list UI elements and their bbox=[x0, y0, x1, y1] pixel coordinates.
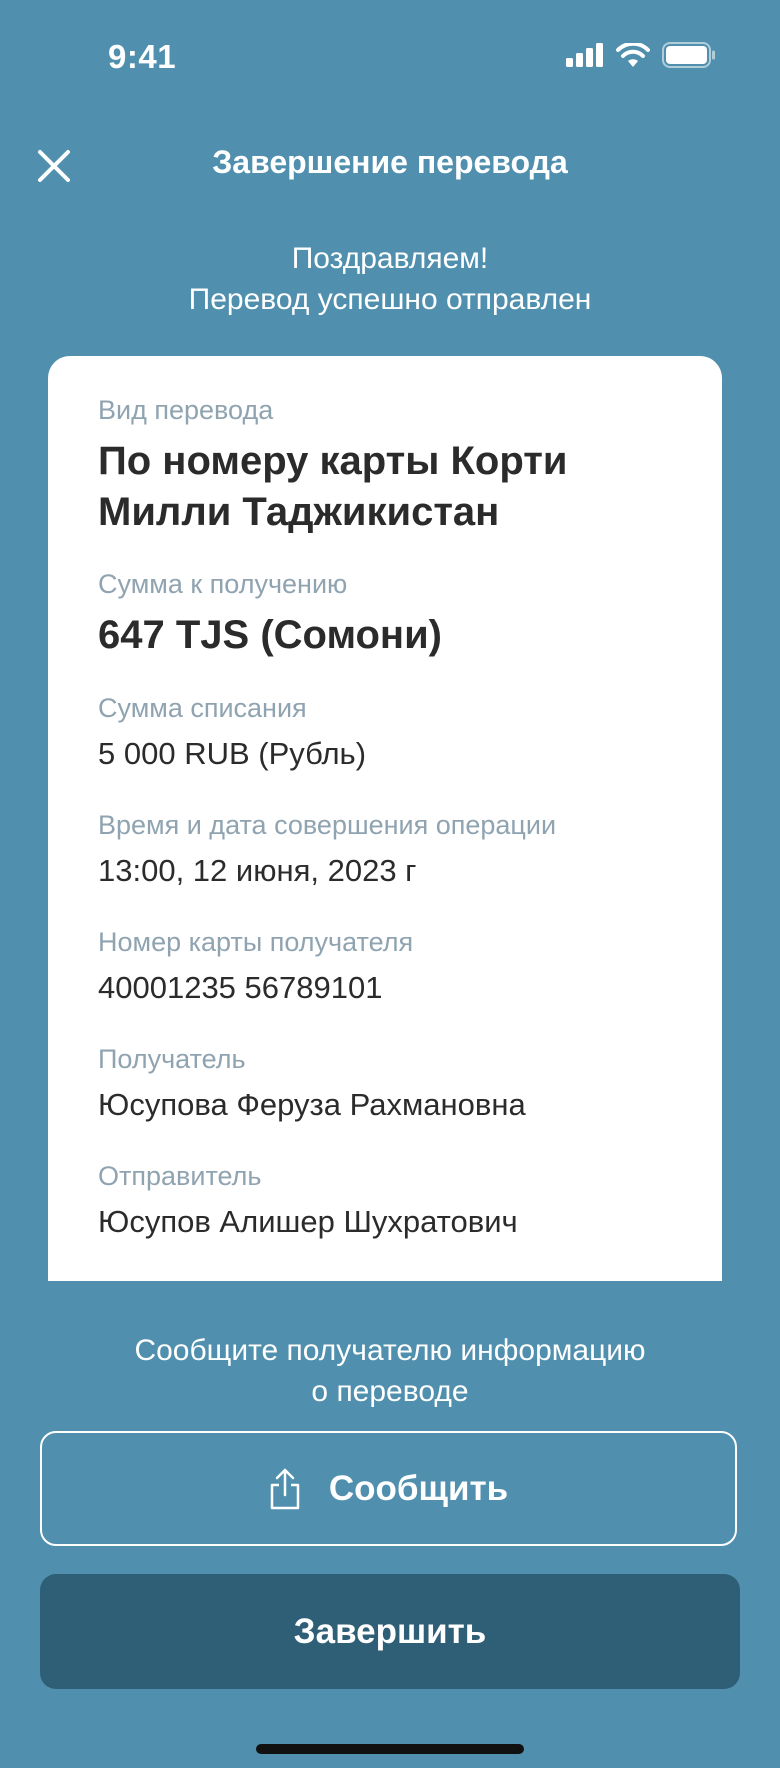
field-value: 13:00, 12 июня, 2023 г bbox=[98, 853, 417, 888]
battery-icon bbox=[662, 42, 715, 68]
field-amount-received: Сумма к получению 647 TJS (Сомони) bbox=[98, 568, 682, 661]
field-datetime: Время и дата совершения операции 13:00, … bbox=[98, 809, 682, 891]
home-indicator bbox=[256, 1744, 524, 1754]
status-time: 9:41 bbox=[108, 38, 177, 75]
field-label: Получатель bbox=[98, 1044, 246, 1074]
status-bar: 9:41 bbox=[0, 0, 780, 116]
field-label: Время и дата совершения операции bbox=[98, 810, 557, 840]
share-icon bbox=[270, 1468, 300, 1509]
finish-button-label: Завершить bbox=[293, 1611, 487, 1651]
status-icons bbox=[566, 42, 716, 68]
share-button-label: Сообщить bbox=[328, 1468, 509, 1508]
field-value: Юсупов Алишер Шухратович bbox=[98, 1204, 518, 1239]
field-amount-debited: Сумма списания 5 000 RUB (Рубль) bbox=[98, 692, 682, 774]
field-transfer-type: Вид перевода По номеру карты Корти Милли… bbox=[98, 394, 682, 538]
notify-hint-line1: Сообщите получателю информацию bbox=[134, 1334, 646, 1367]
field-label: Сумма к получению bbox=[98, 569, 348, 599]
field-value: 5 000 RUB (Рубль) bbox=[98, 736, 367, 771]
receipt-card: Вид перевода По номеру карты Корти Милли… bbox=[48, 356, 722, 1281]
field-label: Сумма списания bbox=[98, 693, 307, 723]
field-value: По номеру карты Корти Милли Таджикистан bbox=[98, 439, 568, 534]
finish-button[interactable]: Завершить bbox=[40, 1574, 740, 1689]
field-value: 40001235 56789101 bbox=[98, 970, 383, 1005]
success-message: Поздравляем! Перевод успешно отправлен bbox=[0, 238, 780, 320]
notify-hint: Сообщите получателю информацию о перевод… bbox=[0, 1330, 780, 1412]
field-label: Отправитель bbox=[98, 1161, 262, 1191]
field-value: Юсупова Феруза Рахмановна bbox=[98, 1087, 526, 1122]
field-value: 647 TJS (Сомони) bbox=[98, 613, 443, 657]
field-card-number: Номер карты получателя 40001235 56789101 bbox=[98, 926, 682, 1008]
header: Завершение перевода bbox=[0, 130, 780, 200]
share-button[interactable]: Сообщить bbox=[40, 1431, 737, 1546]
receipt-torn-edge bbox=[48, 1259, 722, 1281]
wifi-icon bbox=[616, 43, 650, 67]
field-sender: Отправитель Юсупов Алишер Шухратович bbox=[98, 1160, 682, 1242]
field-label: Вид перевода bbox=[98, 395, 274, 425]
success-title: Поздравляем! bbox=[291, 242, 489, 275]
signal-icon bbox=[566, 43, 603, 67]
page-title: Завершение перевода bbox=[212, 144, 568, 180]
notify-hint-line2: о переводе bbox=[311, 1375, 469, 1408]
success-subtitle: Перевод успешно отправлен bbox=[188, 283, 592, 316]
field-recipient: Получатель Юсупова Феруза Рахмановна bbox=[98, 1043, 682, 1125]
field-label: Номер карты получателя bbox=[98, 927, 414, 957]
